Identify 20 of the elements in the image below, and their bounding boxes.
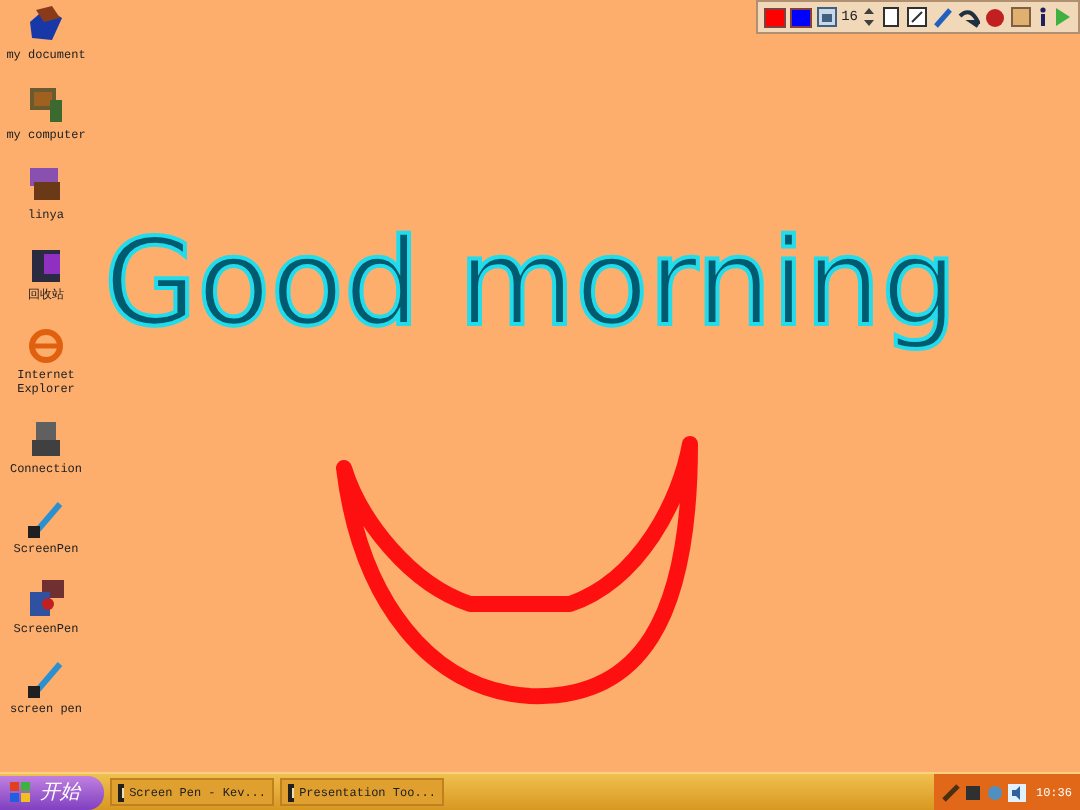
pen-icon[interactable] <box>24 496 68 540</box>
app-icon <box>288 783 294 801</box>
spinner-icon[interactable] <box>862 6 876 28</box>
windows-logo-icon <box>8 780 32 804</box>
color-swatch[interactable] <box>763 7 786 27</box>
panel-icon[interactable] <box>1010 6 1032 28</box>
info-icon[interactable] <box>1036 6 1050 28</box>
speaker-icon[interactable] <box>1007 783 1026 801</box>
pen-icon[interactable] <box>24 656 68 700</box>
color-swatch[interactable] <box>789 7 812 27</box>
edit-icon[interactable] <box>906 6 928 28</box>
pen-app-icon[interactable] <box>24 576 68 620</box>
pen-icon[interactable] <box>932 6 954 28</box>
folder-icon[interactable] <box>24 2 68 46</box>
start-button[interactable]: 开始 <box>0 775 104 809</box>
page-icon[interactable] <box>880 6 902 28</box>
app-icon <box>118 783 124 801</box>
computer-icon[interactable] <box>24 82 68 126</box>
handwritten-text: Good morning <box>104 224 958 344</box>
window-icon[interactable] <box>815 6 838 28</box>
